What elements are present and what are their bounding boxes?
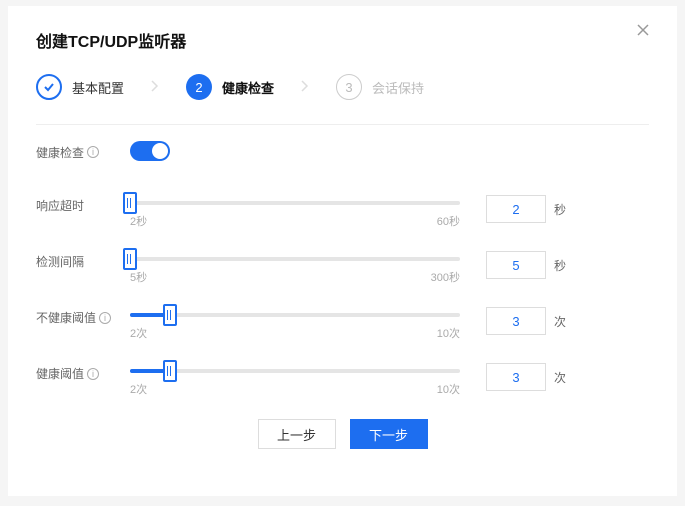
slider-max-label: 60秒 — [437, 213, 460, 229]
slider-healthy_threshold[interactable]: 2次 10次 — [130, 363, 460, 397]
value-box: 秒 — [486, 195, 566, 223]
slider-max-label: 10次 — [437, 325, 460, 341]
slider-min-label: 2秒 — [130, 213, 147, 229]
slider-max-label: 300秒 — [431, 269, 460, 285]
field-label: 检测间隔 — [36, 251, 130, 270]
chevron-right-icon — [150, 79, 160, 96]
value-box: 次 — [486, 307, 566, 335]
slider-response_timeout[interactable]: 2秒 60秒 — [130, 195, 460, 229]
field-label: 健康检查 i — [36, 142, 130, 161]
create-listener-dialog: 创建TCP/UDP监听器 基本配置 2 健康检查 3 会话保持 健康检查 i — [8, 6, 677, 496]
field-label: 健康阈值i — [36, 363, 130, 382]
slider-row-response_timeout: 响应超时2秒 60秒 秒 — [36, 195, 649, 229]
unit-label: 秒 — [554, 257, 566, 274]
slider-check_interval[interactable]: 5秒 300秒 — [130, 251, 460, 285]
value-input-unhealthy_threshold[interactable] — [486, 307, 546, 335]
divider — [36, 124, 649, 125]
step-health-check: 2 健康检查 — [186, 74, 274, 100]
unit-label: 次 — [554, 369, 566, 386]
value-input-response_timeout[interactable] — [486, 195, 546, 223]
slider-min-label: 5秒 — [130, 269, 147, 285]
slider-track — [130, 201, 460, 205]
slider-track — [130, 313, 460, 317]
value-box: 次 — [486, 363, 566, 391]
slider-row-unhealthy_threshold: 不健康阈值i2次 10次 次 — [36, 307, 649, 341]
info-icon[interactable]: i — [99, 312, 111, 324]
value-input-healthy_threshold[interactable] — [486, 363, 546, 391]
dialog-title: 创建TCP/UDP监听器 — [36, 28, 649, 52]
check-icon — [36, 74, 62, 100]
step-number: 3 — [336, 74, 362, 100]
slider-max-label: 10次 — [437, 381, 460, 397]
slider-handle[interactable] — [163, 360, 177, 382]
unit-label: 次 — [554, 313, 566, 330]
field-label: 响应超时 — [36, 195, 130, 214]
step-label: 会话保持 — [372, 78, 424, 97]
dialog-footer: 上一步 下一步 — [36, 419, 649, 449]
info-icon[interactable]: i — [87, 146, 99, 158]
slider-handle[interactable] — [123, 192, 137, 214]
step-label: 健康检查 — [222, 78, 274, 97]
prev-button[interactable]: 上一步 — [258, 419, 336, 449]
step-session-persistence: 3 会话保持 — [336, 74, 424, 100]
healthcheck-toggle[interactable] — [130, 141, 170, 161]
slider-track — [130, 369, 460, 373]
field-label: 不健康阈值i — [36, 307, 130, 326]
slider-min-label: 2次 — [130, 325, 147, 341]
unit-label: 秒 — [554, 201, 566, 218]
slider-min-label: 2次 — [130, 381, 147, 397]
step-basic-config: 基本配置 — [36, 74, 124, 100]
step-number: 2 — [186, 74, 212, 100]
close-button[interactable] — [637, 24, 655, 42]
value-input-check_interval[interactable] — [486, 251, 546, 279]
slider-handle[interactable] — [123, 248, 137, 270]
slider-handle[interactable] — [163, 304, 177, 326]
slider-row-check_interval: 检测间隔5秒 300秒 秒 — [36, 251, 649, 285]
slider-track — [130, 257, 460, 261]
slider-row-healthy_threshold: 健康阈值i2次 10次 次 — [36, 363, 649, 397]
healthcheck-toggle-row: 健康检查 i — [36, 141, 649, 161]
step-indicator: 基本配置 2 健康检查 3 会话保持 — [36, 74, 649, 100]
info-icon[interactable]: i — [87, 368, 99, 380]
step-label: 基本配置 — [72, 78, 124, 97]
next-button[interactable]: 下一步 — [350, 419, 428, 449]
slider-unhealthy_threshold[interactable]: 2次 10次 — [130, 307, 460, 341]
chevron-right-icon — [300, 79, 310, 96]
value-box: 秒 — [486, 251, 566, 279]
